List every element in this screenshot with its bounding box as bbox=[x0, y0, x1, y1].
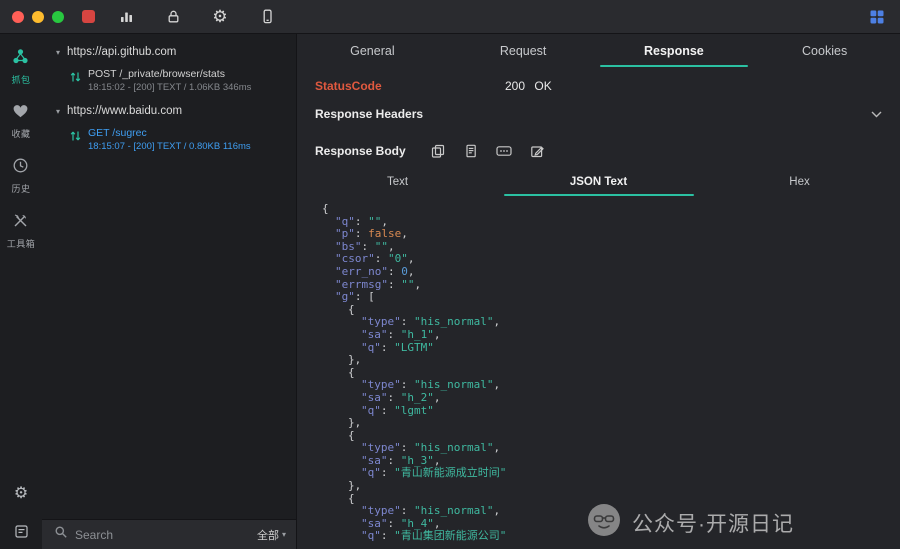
request-list[interactable]: ▾ https://api.github.com POST /_private/… bbox=[42, 38, 296, 158]
history-icon bbox=[12, 157, 29, 179]
request-row-text: POST /_private/browser/stats 18:15:02 - … bbox=[88, 68, 251, 93]
sidebar-item-toolbox[interactable]: 工具箱 bbox=[7, 212, 36, 250]
transfer-icon bbox=[70, 70, 81, 88]
chevron-down-icon: ▾ bbox=[56, 48, 60, 57]
filter-dropdown[interactable]: 全部 ▾ bbox=[257, 527, 286, 543]
feedback-icon[interactable] bbox=[11, 521, 31, 541]
sidebar: 抓包 收藏 历史 工具箱 ⚙ bbox=[0, 34, 42, 549]
sidebar-item-history[interactable]: 历史 bbox=[11, 157, 30, 195]
sidebar-item-label: 历史 bbox=[11, 182, 30, 195]
search-input[interactable] bbox=[75, 528, 250, 542]
json-line: "q": "青山新能源成立时间" bbox=[322, 467, 900, 480]
request-method-path: GET /sugrec bbox=[88, 127, 251, 139]
sidebar-item-label: 抓包 bbox=[11, 73, 30, 86]
json-line: }, bbox=[322, 480, 900, 493]
encoding-icon[interactable] bbox=[496, 143, 512, 159]
tab-hex[interactable]: Hex bbox=[699, 167, 900, 196]
status-code-label: StatusCode bbox=[315, 79, 505, 93]
tab-response[interactable]: Response bbox=[599, 34, 750, 67]
status-code-row: StatusCode 200 OK bbox=[297, 67, 900, 97]
tab-cookies[interactable]: Cookies bbox=[749, 34, 900, 67]
sidebar-item-label: 工具箱 bbox=[7, 237, 36, 250]
request-row[interactable]: GET /sugrec 18:15:07 - [200] TEXT / 0.80… bbox=[42, 122, 296, 158]
json-line: "q": "青山集团新能源公司" bbox=[322, 530, 900, 543]
transfer-icon bbox=[70, 129, 81, 147]
json-line: "errmsg": "", bbox=[322, 279, 900, 292]
json-line: "q": "LGTM" bbox=[322, 342, 900, 355]
request-row-text: GET /sugrec 18:15:07 - [200] TEXT / 0.80… bbox=[88, 127, 251, 152]
app-window: ⚙ 抓包 收藏 bbox=[0, 0, 900, 549]
gear-icon[interactable]: ⚙ bbox=[211, 8, 229, 26]
sidebar-item-capture[interactable]: 抓包 bbox=[11, 48, 30, 86]
close-button[interactable] bbox=[12, 11, 24, 23]
copy-icon[interactable] bbox=[430, 143, 446, 159]
tab-label: Response bbox=[644, 44, 704, 58]
capture-icon bbox=[12, 48, 29, 70]
tab-json-text[interactable]: JSON Text bbox=[498, 167, 699, 196]
toolbox-icon bbox=[12, 212, 29, 234]
status-code-value: 200 OK bbox=[505, 79, 552, 93]
tab-label: Cookies bbox=[802, 44, 847, 58]
zoom-button[interactable] bbox=[52, 11, 64, 23]
domain-group-row[interactable]: ▾ https://api.github.com bbox=[42, 40, 296, 63]
json-line: }, bbox=[322, 354, 900, 367]
response-panel: General Request Response Cookies StatusC… bbox=[297, 34, 900, 549]
minimize-button[interactable] bbox=[32, 11, 44, 23]
request-row[interactable]: POST /_private/browser/stats 18:15:02 - … bbox=[42, 63, 296, 99]
json-body[interactable]: {"q": "","p": false,"bs": "","csor": "0"… bbox=[297, 196, 900, 549]
tab-label: Request bbox=[500, 44, 547, 58]
grid-layout-icon[interactable] bbox=[868, 8, 886, 26]
search-bar: 全部 ▾ bbox=[42, 519, 296, 549]
response-body-row: Response Body bbox=[297, 131, 900, 167]
request-meta: 18:15:07 - [200] TEXT / 0.80KB 116ms bbox=[88, 141, 251, 152]
response-body-label: Response Body bbox=[315, 144, 406, 158]
tab-label: JSON Text bbox=[570, 176, 627, 188]
heart-icon bbox=[12, 103, 29, 124]
json-line: "q": "", bbox=[322, 216, 900, 229]
request-list-panel: ▾ https://api.github.com POST /_private/… bbox=[42, 34, 297, 549]
traffic-lights bbox=[0, 11, 74, 23]
json-line: "q": "lgmt" bbox=[322, 405, 900, 418]
phone-icon[interactable] bbox=[258, 8, 276, 26]
chevron-down-icon: ▾ bbox=[56, 107, 60, 116]
tab-request[interactable]: Request bbox=[448, 34, 599, 67]
tab-general[interactable]: General bbox=[297, 34, 448, 67]
tab-label: General bbox=[350, 44, 394, 58]
tab-text[interactable]: Text bbox=[297, 167, 498, 196]
settings-icon[interactable]: ⚙ bbox=[11, 484, 31, 504]
detail-tabs: General Request Response Cookies bbox=[297, 34, 900, 67]
response-headers-row[interactable]: Response Headers bbox=[297, 97, 900, 131]
json-line: "g": [ bbox=[322, 291, 900, 304]
filter-label: 全部 bbox=[257, 527, 279, 543]
titlebar: ⚙ bbox=[0, 0, 900, 34]
lock-icon[interactable] bbox=[164, 8, 182, 26]
sidebar-item-label: 收藏 bbox=[11, 127, 30, 140]
json-line: "p": false, bbox=[322, 228, 900, 241]
tab-label: Text bbox=[387, 176, 408, 188]
caret-down-icon: ▾ bbox=[282, 530, 286, 539]
edit-icon[interactable] bbox=[529, 143, 545, 159]
stats-icon[interactable] bbox=[117, 8, 135, 26]
chevron-down-icon[interactable] bbox=[871, 111, 882, 118]
request-method-path: POST /_private/browser/stats bbox=[88, 68, 251, 80]
request-meta: 18:15:02 - [200] TEXT / 1.06KB 346ms bbox=[88, 82, 251, 93]
response-headers-label: Response Headers bbox=[315, 107, 423, 121]
domain-label: https://api.github.com bbox=[67, 46, 176, 58]
search-icon bbox=[54, 525, 68, 544]
response-body-toolbar bbox=[430, 143, 545, 159]
tab-label: Hex bbox=[789, 176, 809, 188]
body-format-tabs: Text JSON Text Hex bbox=[297, 167, 900, 196]
sidebar-item-favorites[interactable]: 收藏 bbox=[11, 103, 30, 140]
json-line: { bbox=[322, 203, 900, 216]
domain-group-row[interactable]: ▾ https://www.baidu.com bbox=[42, 99, 296, 122]
document-icon[interactable] bbox=[463, 143, 479, 159]
toolbar: ⚙ bbox=[117, 8, 276, 26]
domain-label: https://www.baidu.com bbox=[67, 105, 182, 117]
json-line: }, bbox=[322, 417, 900, 430]
record-stop-button[interactable] bbox=[82, 10, 95, 23]
